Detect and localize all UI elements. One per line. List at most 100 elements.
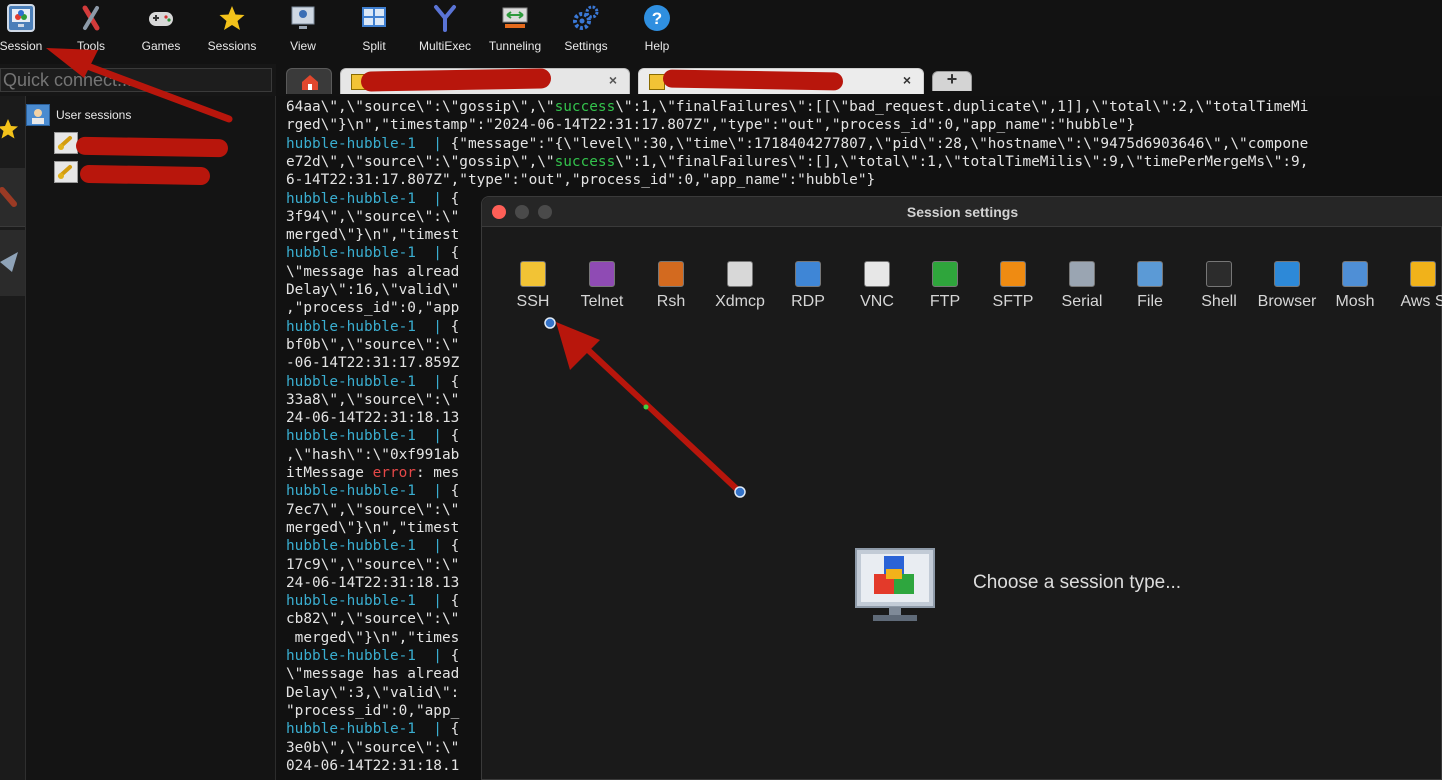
terminal-line: 6-14T22:31:17.807Z","type":"out","proces…: [286, 172, 876, 189]
shell-icon: [1206, 261, 1232, 287]
session-tab-1[interactable]: ×: [340, 68, 630, 94]
terminal-line: -06-14T22:31:17.859Z: [286, 355, 460, 372]
terminal-line: merged\"}\n","timest: [286, 227, 460, 244]
toolbar-session-button[interactable]: Session: [0, 0, 56, 64]
session-type-aws-s[interactable]: Aws S: [1389, 257, 1442, 317]
session-type-label: Aws S: [1400, 293, 1442, 310]
terminal-line: merged\"}\n","timest: [286, 519, 460, 536]
ssh-icon: [520, 261, 546, 287]
terminal-line: 3f94\",\"source\":\": [286, 208, 460, 225]
session-type-browser[interactable]: Browser: [1253, 257, 1321, 317]
sftp-icon: [1000, 261, 1026, 287]
terminal-line: hubble-hubble-1 | {: [286, 721, 460, 738]
send-side-icon: [0, 252, 18, 272]
quick-connect-input[interactable]: [0, 68, 272, 92]
home-icon: [302, 75, 318, 90]
terminal-line: hubble-hubble-1 | {: [286, 245, 460, 262]
session-type-ftp[interactable]: FTP: [911, 257, 979, 317]
user-sessions-folder-icon: [26, 104, 50, 126]
home-tab[interactable]: [286, 68, 332, 94]
session-type-vnc[interactable]: VNC: [843, 257, 911, 317]
session-settings-dialog: Session settings SSH Telnet Rsh Xdmcp RDP VNC…: [481, 196, 1442, 780]
ssh-session-icon[interactable]: [54, 132, 78, 154]
session-type-file[interactable]: File: [1116, 257, 1184, 317]
terminal-line: itMessage error: mes: [286, 465, 460, 481]
terminal-line: hubble-hubble-1 | {: [286, 483, 460, 500]
tools-side-icon: [0, 187, 17, 207]
multiexec-icon: [431, 4, 459, 32]
terminal-line: merged\"}\n","times: [286, 629, 460, 646]
help-icon: ?: [643, 4, 671, 32]
xdmcp-icon: [727, 261, 753, 287]
session-type-mosh[interactable]: Mosh: [1321, 257, 1389, 317]
terminal-line: "process_id":0,"app_: [286, 702, 460, 719]
terminal-line: 024-06-14T22:31:18.1: [286, 757, 460, 774]
terminal-line: hubble-hubble-1 | {: [286, 593, 460, 610]
toolbar-split-button[interactable]: Split: [339, 0, 409, 64]
choose-session-prompt: Choose a session type...: [973, 572, 1182, 593]
session-type-rsh[interactable]: Rsh: [637, 257, 705, 317]
terminal-line: hubble-hubble-1 | {"message":"{\"level\"…: [286, 135, 1309, 152]
terminal-line: 7ec7\",\"source\":\": [286, 501, 460, 518]
terminal-line: 3e0b\",\"source\":\": [286, 739, 460, 756]
terminal-line: 24-06-14T22:31:18.13: [286, 410, 460, 427]
terminal-line: hubble-hubble-1 | {: [286, 318, 460, 335]
tools-icon: [77, 4, 105, 32]
terminal-line: 64aa\",\"source\":\"gossip\",\"success\"…: [286, 99, 1309, 115]
view-icon: [289, 4, 317, 32]
toolbar-games-button[interactable]: Games: [126, 0, 196, 64]
tunneling-icon: [501, 4, 529, 32]
ftp-icon: [932, 261, 958, 287]
toolbar-tools-button[interactable]: Tools: [56, 0, 126, 64]
close-tab-icon[interactable]: ×: [903, 72, 911, 88]
browser-icon: [1274, 261, 1300, 287]
macros-side-tab[interactable]: [0, 230, 25, 296]
terminal-line: hubble-hubble-1 | {: [286, 190, 460, 207]
terminal-line: hubble-hubble-1 | {: [286, 428, 460, 445]
main-toolbar: Session Tools Games Sessions View Split: [0, 0, 1442, 64]
toolbar-settings-button[interactable]: Settings: [551, 0, 621, 64]
terminal-line: ,\"hash\":\"0xf991ab: [286, 446, 460, 463]
toolbar-sessions-button[interactable]: Sessions: [197, 0, 267, 64]
session-icon: [7, 4, 35, 32]
toolbar-multiexec-button[interactable]: MultiExec: [410, 0, 480, 64]
gears-icon: [572, 4, 600, 32]
terminal-line: \"message has alread: [286, 263, 460, 280]
terminal-line: cb82\",\"source\":\": [286, 611, 460, 628]
session-type-shell[interactable]: Shell: [1185, 257, 1253, 317]
terminal-line: hubble-hubble-1 | {: [286, 538, 460, 555]
dialog-title: Session settings: [906, 204, 1019, 220]
session-type-rdp[interactable]: RDP: [774, 257, 842, 317]
vnc-icon: [864, 261, 890, 287]
close-tab-icon[interactable]: ×: [609, 72, 617, 88]
session-tab-2-active[interactable]: ×: [638, 68, 924, 94]
session-type-serial[interactable]: Serial: [1048, 257, 1116, 317]
toolbar-tunneling-button[interactable]: Tunneling: [480, 0, 550, 64]
session-type-telnet[interactable]: Telnet: [568, 257, 636, 317]
terminal-line: ,"process_id":0,"app: [286, 300, 460, 317]
toolbar-help-button[interactable]: ? Help: [622, 0, 692, 64]
new-tab-button[interactable]: +: [932, 69, 972, 91]
user-sessions-label[interactable]: User sessions: [56, 108, 131, 122]
favorites-star-icon[interactable]: [0, 118, 20, 140]
terminal-line: bf0b\",\"source\":\": [286, 336, 460, 353]
terminal-line: hubble-hubble-1 | {: [286, 373, 460, 390]
terminal-line: 24-06-14T22:31:18.13: [286, 574, 460, 591]
terminal-line: Delay\":16,\"valid\": [286, 282, 460, 298]
terminal-line: Delay\":3,\"valid\":: [286, 684, 460, 701]
toolbar-view-button[interactable]: View: [268, 0, 338, 64]
sidebar-vertical-tabs: [0, 96, 26, 780]
terminal-line: 17c9\",\"source\":\": [286, 556, 460, 573]
terminal-line: rged\"}\n","timestamp":"2024-06-14T22:31…: [286, 117, 1136, 134]
ssh-session-icon[interactable]: [54, 161, 78, 183]
session-type-sftp[interactable]: SFTP: [979, 257, 1047, 317]
redacted-tab-title: [662, 69, 844, 91]
split-icon: [360, 4, 388, 32]
serial-icon: [1069, 261, 1095, 287]
dialog-titlebar: Session settings: [482, 197, 1442, 227]
rsh-icon: [658, 261, 684, 287]
session-type-xdmcp[interactable]: Xdmcp: [706, 257, 774, 317]
session-type-ssh[interactable]: SSH: [499, 257, 567, 317]
tools-side-tab[interactable]: [0, 168, 25, 227]
terminal-line: \"message has alread: [286, 666, 460, 683]
